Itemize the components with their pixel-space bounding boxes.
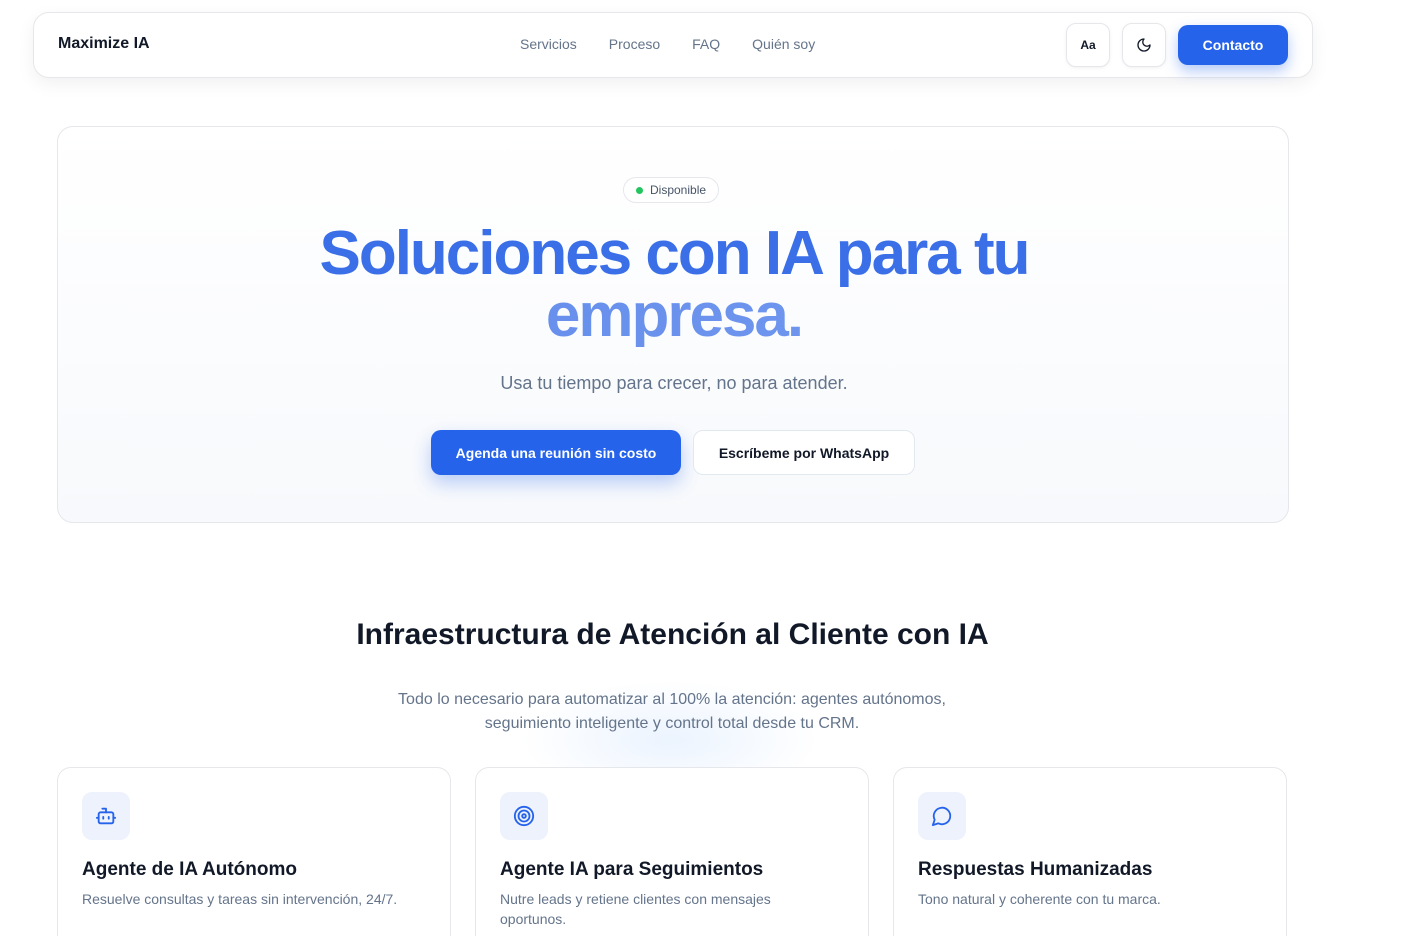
services-title: Infraestructura de Atención al Cliente c… <box>356 618 989 651</box>
font-size-button[interactable]: Aa <box>1066 23 1110 67</box>
availability-badge: Disponible <box>623 177 720 203</box>
services-subtitle-line1: Todo lo necesario para automatizar al 10… <box>398 691 946 708</box>
nav-link-quien-soy[interactable]: Quién soy <box>752 36 815 52</box>
hero-title: Soluciones con IA para tu empresa. <box>58 223 1290 347</box>
nav-links: Servicios Proceso FAQ Quién soy <box>520 36 815 52</box>
brand-logo[interactable]: Maximize IA <box>58 35 150 53</box>
schedule-meeting-button[interactable]: Agenda una reunión sin costo <box>431 430 681 475</box>
hero-title-line2: empresa. <box>58 285 1290 347</box>
whatsapp-button[interactable]: Escríbeme por WhatsApp <box>693 430 915 475</box>
service-card-seguimientos[interactable]: Agente IA para Seguimientos Nutre leads … <box>475 767 869 936</box>
chat-bubble-icon <box>918 792 966 840</box>
card-description: Tono natural y coherente con tu marca. <box>918 891 1161 907</box>
card-description: Resuelve consultas y tareas sin interven… <box>82 891 398 907</box>
service-card-agente-autonomo[interactable]: Agente de IA Autónomo Resuelve consultas… <box>57 767 451 936</box>
hero-section: Disponible Soluciones con IA para tu emp… <box>57 126 1289 523</box>
nav-link-faq[interactable]: FAQ <box>692 36 720 52</box>
nav-link-proceso[interactable]: Proceso <box>609 36 660 52</box>
moon-icon <box>1137 38 1151 52</box>
card-title: Agente IA para Seguimientos <box>500 859 764 880</box>
availability-badge-label: Disponible <box>650 183 707 197</box>
status-dot <box>636 186 643 194</box>
contact-button[interactable]: Contacto <box>1178 25 1288 65</box>
card-title: Respuestas Humanizadas <box>918 859 1153 880</box>
hero-subtitle: Usa tu tiempo para crecer, no para atend… <box>500 373 848 393</box>
card-description: Nutre leads y retiene clientes con mensa… <box>500 891 771 927</box>
theme-toggle-button[interactable] <box>1122 23 1166 67</box>
robot-icon <box>82 792 130 840</box>
service-card-humanizadas[interactable]: Respuestas Humanizadas Tono natural y co… <box>893 767 1287 936</box>
target-icon <box>500 792 548 840</box>
card-title: Agente de IA Autónomo <box>82 859 297 880</box>
services-subtitle: Todo lo necesario para automatizar al 10… <box>372 688 972 736</box>
services-subtitle-line2: seguimiento inteligente y control total … <box>484 715 860 732</box>
nav-link-servicios[interactable]: Servicios <box>520 36 577 52</box>
hero-title-line1: Soluciones con IA para tu <box>319 219 1030 288</box>
top-navbar: Maximize IA Servicios Proceso FAQ Quién … <box>33 12 1313 78</box>
